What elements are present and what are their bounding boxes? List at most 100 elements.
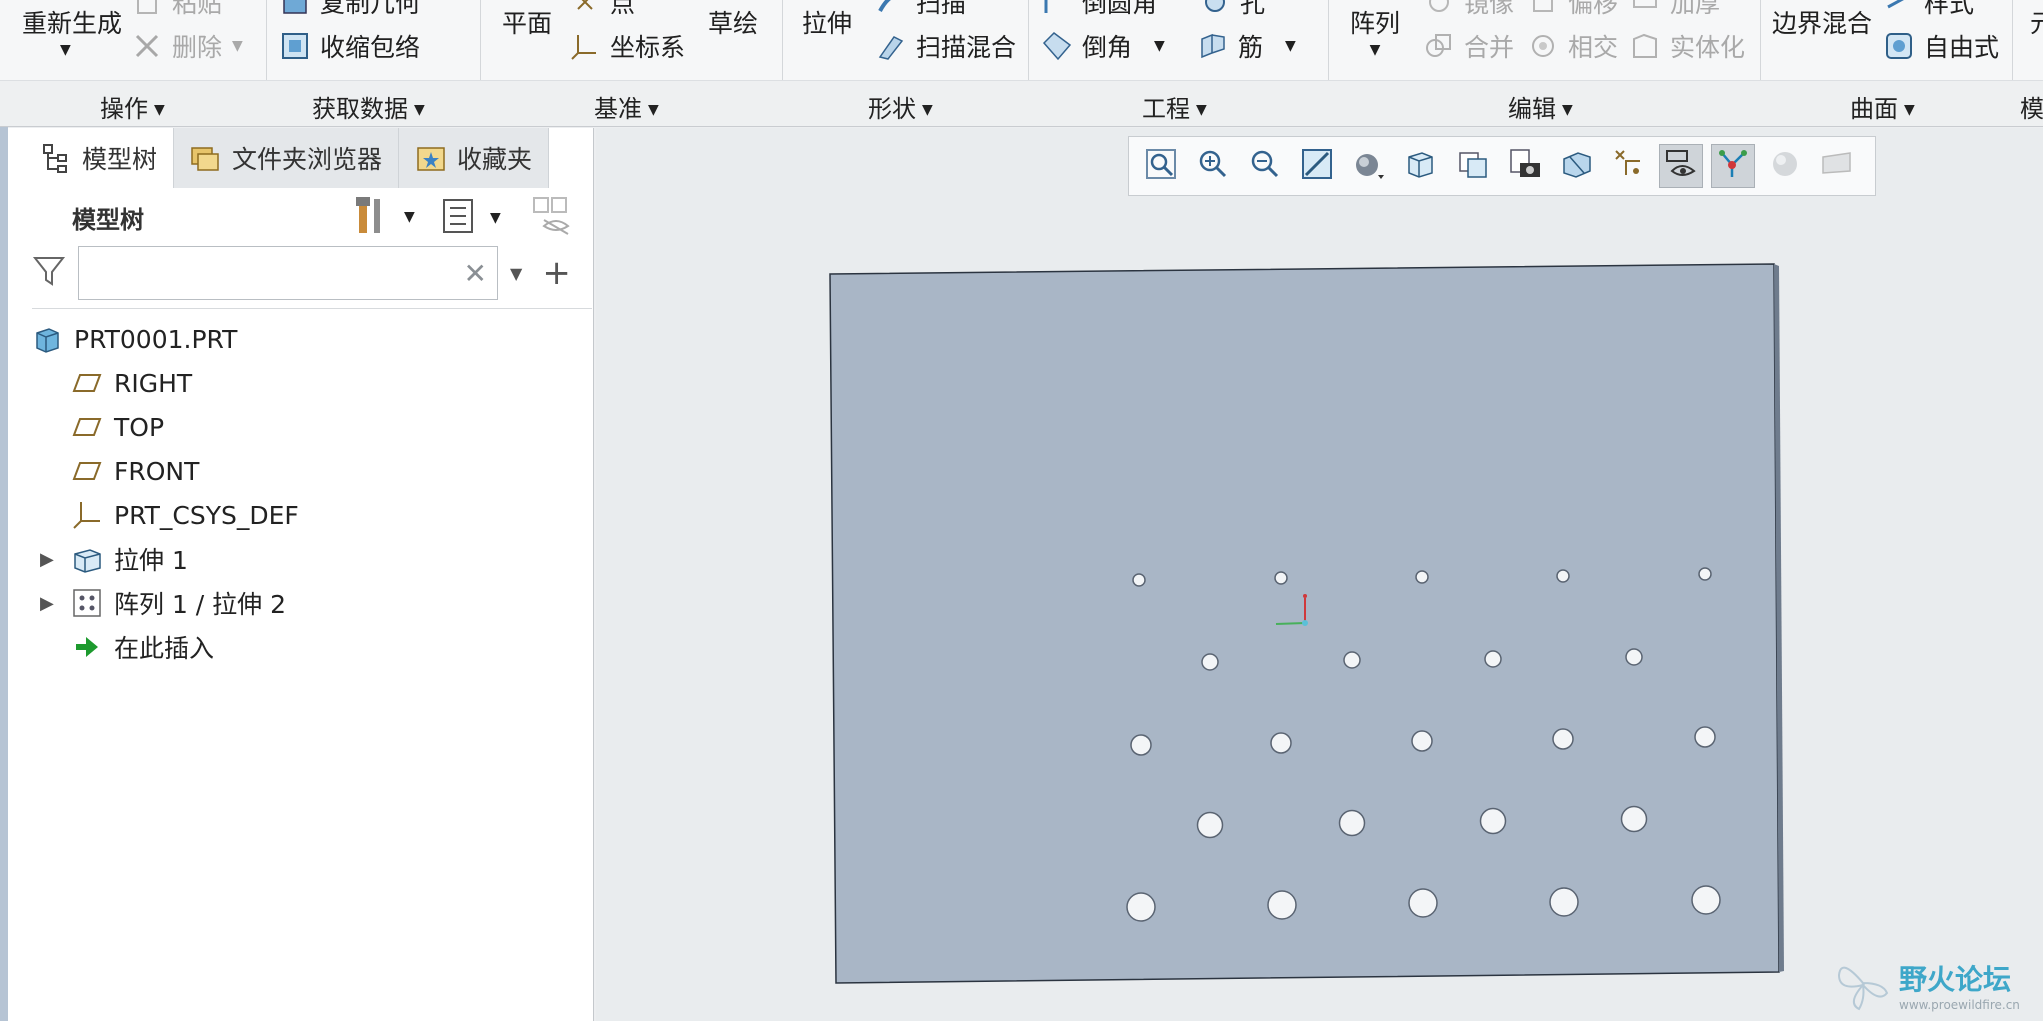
tree-search-input[interactable]: ✕ [78, 246, 498, 300]
group-surfaces[interactable]: 曲面 ▼ [1850, 89, 1915, 124]
chevron-down-icon[interactable]: ▼ [510, 264, 522, 283]
delete-button[interactable]: 删除 ▼ [132, 28, 243, 64]
pattern-button[interactable]: 阵列 ▼ [1350, 4, 1400, 58]
panel-title: 模型树 [72, 206, 144, 234]
mirror-button[interactable]: 镜像 [1424, 0, 1514, 20]
forum-watermark: 野火论坛 www.proewildfire.cn [1833, 952, 2038, 1018]
csys-icon [72, 500, 102, 530]
group-model-intent[interactable]: 模 [2020, 89, 2043, 124]
freestyle-button[interactable]: 自由式 [1884, 28, 1999, 64]
thicken-button[interactable]: 加厚 [1630, 0, 1720, 20]
group-get-data[interactable]: 获取数据 ▼ [312, 89, 425, 124]
zoom-in-button[interactable] [1191, 144, 1235, 188]
intersect-button[interactable]: 相交 [1528, 28, 1618, 64]
butterfly-logo-icon [1833, 953, 1893, 1017]
tab-folder-browser[interactable]: 文件夹浏览器 [174, 128, 400, 188]
point-button[interactable]: 点 [570, 0, 635, 20]
navigator-panel: 模型树 文件夹浏览器 收藏夹 模型树 ▼ ▼ ✕ ▼ + PRT0001.PRT [8, 128, 594, 1021]
tree-item-top[interactable]: TOP [32, 405, 592, 449]
group-shapes[interactable]: 形状 ▼ [868, 89, 933, 124]
render-button[interactable] [1815, 144, 1859, 188]
rib-button[interactable]: 筋 ▼ [1198, 28, 1296, 64]
boundary-blend-button[interactable]: 边界混合 [1772, 4, 1872, 40]
watermark-title: 野火论坛 [1899, 963, 2012, 996]
sphere-icon [1768, 147, 1802, 185]
zoom-out-button[interactable] [1243, 144, 1287, 188]
sketch-button[interactable]: 草绘 [708, 4, 758, 40]
tree-item-root[interactable]: PRT0001.PRT [32, 317, 592, 361]
ribbon-group-bar: 操作 ▼ 获取数据 ▼ 基准 ▼ 形状 ▼ 工程 ▼ 编辑 ▼ 曲面 ▼ 模 [0, 80, 2043, 126]
part-icon [32, 324, 62, 354]
chevron-down-icon: ▼ [922, 102, 933, 118]
extrude-button[interactable]: 拉伸 [802, 4, 852, 40]
refit-button[interactable] [1139, 144, 1183, 188]
plane-button[interactable]: 平面 [502, 4, 552, 40]
show-menu-button[interactable]: ▼ [442, 198, 501, 238]
group-datum[interactable]: 基准 ▼ [594, 89, 659, 124]
chevron-down-icon: ▼ [648, 102, 659, 118]
tab-favorites[interactable]: 收藏夹 [399, 128, 550, 188]
copy-geometry-button[interactable]: 复制几何 [280, 0, 420, 20]
section-button[interactable] [1555, 144, 1599, 188]
clear-icon[interactable]: ✕ [464, 257, 487, 290]
csys-icon [570, 31, 600, 61]
solidify-button[interactable]: 实体化 [1630, 28, 1745, 64]
chevron-down-icon: ▼ [1369, 42, 1381, 58]
datum-display-button[interactable] [1607, 144, 1651, 188]
paste-button[interactable]: 粘贴 [132, 0, 222, 20]
tree-item-insert-here[interactable]: 在此插入 [32, 625, 592, 669]
offset-button[interactable]: 偏移 [1528, 0, 1618, 20]
sweep-button[interactable]: 扫描 [876, 0, 966, 20]
merge-button[interactable]: 合并 [1424, 28, 1514, 64]
graphics-toolbar [1128, 136, 1876, 196]
chevron-down-icon: ▼ [1196, 102, 1207, 118]
settings-menu-button[interactable]: ▼ [354, 195, 415, 239]
perspective-button[interactable] [1503, 144, 1547, 188]
extrude-icon [72, 544, 102, 574]
favorites-folder-icon [415, 142, 447, 174]
group-editing[interactable]: 编辑 ▼ [1508, 89, 1573, 124]
view-manager-button[interactable] [1451, 144, 1495, 188]
chevron-down-icon: ▼ [404, 209, 415, 225]
tree-item-csys[interactable]: PRT_CSYS_DEF [32, 493, 592, 537]
group-engineering[interactable]: 工程 ▼ [1142, 89, 1207, 124]
hole-icon [1200, 0, 1230, 17]
tree-item-pattern[interactable]: ▶ 阵列 1 / 拉伸 2 [32, 581, 592, 625]
more-button[interactable]: 元 [2030, 4, 2043, 40]
model-tree: PRT0001.PRT RIGHT TOP FRONT PRT_CSYS_DEF… [32, 308, 592, 669]
chevron-down-icon: ▼ [414, 102, 425, 118]
tab-model-tree[interactable]: 模型树 [24, 128, 175, 188]
chamfer-button[interactable]: 倒角 ▼ [1042, 28, 1165, 64]
chevron-down-icon: ▼ [1904, 102, 1915, 118]
model-tree-icon [40, 142, 72, 174]
hole-button[interactable]: 孔 [1200, 0, 1265, 20]
add-icon[interactable]: + [542, 253, 571, 293]
solidify-icon [1630, 31, 1660, 61]
tree-filter-row: ✕ ▼ + [32, 245, 572, 301]
expand-arrow-icon[interactable]: ▶ [40, 549, 62, 570]
regenerate-button[interactable]: 重新生成 ▼ [22, 4, 122, 58]
csys-button[interactable]: 坐标系 [570, 28, 685, 64]
spin-center-button[interactable] [1711, 144, 1755, 188]
hide-items-button[interactable] [532, 196, 572, 240]
tree-item-extrude-1[interactable]: ▶ 拉伸 1 [32, 537, 592, 581]
saved-orientations-button[interactable] [1399, 144, 1443, 188]
expand-arrow-icon[interactable]: ▶ [40, 593, 62, 614]
filter-icon[interactable] [32, 254, 66, 292]
annotation-display-button[interactable] [1659, 144, 1703, 188]
round-button[interactable]: 倒圆角 [1042, 0, 1157, 20]
group-operations[interactable]: 操作 ▼ [100, 89, 165, 124]
tools-icon [354, 195, 388, 239]
appearance-button[interactable] [1763, 144, 1807, 188]
shrinkwrap-button[interactable]: 收缩包络 [280, 28, 420, 64]
swept-blend-button[interactable]: 扫描混合 [876, 28, 1016, 64]
insert-arrow-icon [72, 632, 102, 662]
graphics-window[interactable] [596, 128, 2043, 1021]
repaint-button[interactable] [1295, 144, 1339, 188]
style-button[interactable]: 样式 [1884, 0, 1974, 20]
mirror-icon [1424, 0, 1454, 17]
tree-item-right[interactable]: RIGHT [32, 361, 592, 405]
copy-geometry-icon [280, 0, 310, 17]
tree-item-front[interactable]: FRONT [32, 449, 592, 493]
display-style-button[interactable] [1347, 144, 1391, 188]
